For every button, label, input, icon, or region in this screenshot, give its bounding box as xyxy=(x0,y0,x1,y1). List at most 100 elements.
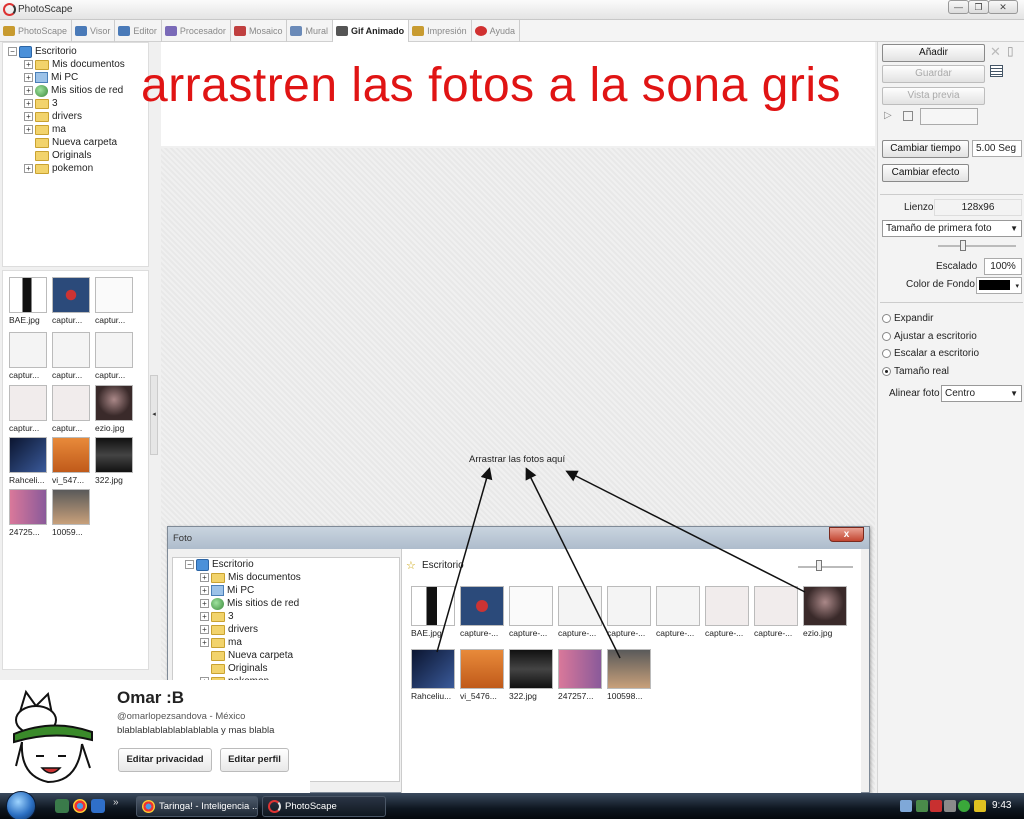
time-value[interactable]: 5.00 Seg xyxy=(972,140,1022,157)
thumbnail[interactable]: captur... xyxy=(9,385,49,433)
trash-icon[interactable]: ▯ xyxy=(1007,44,1014,58)
thumbnail[interactable]: captur... xyxy=(95,332,135,380)
thumbnail[interactable]: capture-... xyxy=(460,586,506,638)
thumbnail[interactable]: 24725... xyxy=(9,489,49,537)
tree-item-nueva-carpeta[interactable]: Nueva carpeta xyxy=(200,649,301,662)
add-button[interactable]: Añadir xyxy=(882,44,985,62)
tree-item-mis-sitios-de-red[interactable]: + Mis sitios de red xyxy=(200,597,301,610)
tree-item-originals[interactable]: Originals xyxy=(200,662,301,675)
size-slider-thumb[interactable] xyxy=(960,240,966,251)
tab-editor[interactable]: Editor xyxy=(115,20,162,42)
thumbnail[interactable]: BAE.jpg xyxy=(9,277,49,325)
tree-item-3[interactable]: +3 xyxy=(200,610,301,623)
expand-toggle[interactable]: + xyxy=(200,599,209,608)
expand-toggle[interactable]: + xyxy=(200,625,209,634)
thumbnail[interactable]: capture-... xyxy=(754,586,800,638)
tree-item-ma[interactable]: + ma xyxy=(24,123,125,136)
tab-mural[interactable]: Mural xyxy=(287,20,333,42)
minimize-button[interactable]: — xyxy=(948,0,969,14)
collapse-toggle[interactable]: − xyxy=(8,47,17,56)
maximize-button[interactable]: ❐ xyxy=(968,0,989,14)
thumbnail[interactable]: capture-... xyxy=(558,586,604,638)
edit-profile-button[interactable]: Editar perfil xyxy=(220,748,289,772)
thumbnail[interactable]: 322.jpg xyxy=(509,649,555,701)
thumbnail[interactable]: capture-... xyxy=(607,586,653,638)
thumbnail-size-slider-thumb[interactable] xyxy=(816,560,822,571)
thumbnail[interactable]: captur... xyxy=(52,277,92,325)
expand-toggle[interactable]: + xyxy=(24,164,33,173)
thumbnail[interactable]: 247257... xyxy=(558,649,604,701)
edit-privacy-button[interactable]: Editar privacidad xyxy=(118,748,212,772)
expand-toggle[interactable]: + xyxy=(24,86,33,95)
taskbar-item-photoscape[interactable]: PhotoScape xyxy=(262,796,386,817)
thumbnail[interactable]: captur... xyxy=(52,385,92,433)
tree-item-mis-documentos[interactable]: + Mis documentos xyxy=(24,58,125,71)
expand-toggle[interactable]: + xyxy=(200,612,209,621)
align-select[interactable]: Centro ▼ xyxy=(941,385,1022,402)
option-ajustar-radio[interactable] xyxy=(882,332,891,341)
more-icon[interactable]: » xyxy=(113,797,119,808)
thumbnail[interactable]: 100598... xyxy=(607,649,653,701)
thumbnail[interactable]: 322.jpg xyxy=(95,437,135,485)
favorite-star-icon[interactable]: ☆ xyxy=(406,559,416,572)
expand-toggle[interactable]: + xyxy=(200,586,209,595)
volume-tray-icon[interactable] xyxy=(944,800,956,812)
thumbnail[interactable]: ezio.jpg xyxy=(803,586,849,638)
play-icon[interactable]: ▷ xyxy=(884,110,892,121)
close-button[interactable]: ✕ xyxy=(988,0,1018,14)
tree-item-originals[interactable]: Originals xyxy=(24,149,125,162)
chrome-icon[interactable] xyxy=(73,799,87,813)
change-time-button[interactable]: Cambiar tiempo xyxy=(882,140,969,158)
tree-item-mi-pc[interactable]: + Mi PC xyxy=(24,71,125,84)
tree-item-mis-sitios-de-red[interactable]: + Mis sitios de red xyxy=(24,84,125,97)
tree-item-drivers[interactable]: + drivers xyxy=(200,623,301,636)
info-tray-icon[interactable] xyxy=(958,800,970,812)
option-tamano-real-radio[interactable] xyxy=(882,367,891,376)
tree-item-mis-documentos[interactable]: + Mis documentos xyxy=(200,571,301,584)
thumbnail[interactable]: ezio.jpg xyxy=(95,385,135,433)
thumbnail[interactable]: capture-... xyxy=(656,586,702,638)
expand-toggle[interactable]: + xyxy=(24,125,33,134)
thumbnail[interactable]: captur... xyxy=(9,332,49,380)
tab-impresion[interactable]: Impresión xyxy=(409,20,472,42)
expand-toggle[interactable]: + xyxy=(24,112,33,121)
canvas-size-select[interactable]: Tamaño de primera foto ▼ xyxy=(882,220,1022,237)
tree-item-pokemon[interactable]: + pokemon xyxy=(24,162,125,175)
update-tray-icon[interactable] xyxy=(974,800,986,812)
thumbnail-size-slider-track[interactable] xyxy=(798,566,853,568)
show-desktop-icon[interactable] xyxy=(55,799,69,813)
expand-toggle[interactable]: + xyxy=(24,73,33,82)
expand-toggle[interactable]: + xyxy=(200,573,209,582)
tab-mosaico[interactable]: Mosaico xyxy=(231,20,288,42)
thumbnail[interactable]: capture-... xyxy=(509,586,555,638)
expand-toggle[interactable]: + xyxy=(24,99,33,108)
tree-item-drivers[interactable]: + drivers xyxy=(24,110,125,123)
thumbnail[interactable]: vi_547... xyxy=(52,437,92,485)
remove-icon[interactable]: ✕ xyxy=(990,44,1001,60)
save-button[interactable]: Guardar xyxy=(882,65,985,83)
thumbnail[interactable]: captur... xyxy=(52,332,92,380)
network-tray-icon[interactable] xyxy=(900,800,912,812)
explorer-icon[interactable] xyxy=(91,799,105,813)
thumbnail[interactable]: Rahceli... xyxy=(9,437,49,485)
tree-item-nueva-carpeta[interactable]: Nueva carpeta xyxy=(24,136,125,149)
option-escalar-radio[interactable] xyxy=(882,349,891,358)
expand-toggle[interactable]: + xyxy=(24,60,33,69)
thumbnail[interactable]: Rahceliu... xyxy=(411,649,457,701)
dialog-close-button[interactable]: x xyxy=(829,527,864,542)
scale-value[interactable]: 100% xyxy=(984,258,1022,275)
dialog-title-bar[interactable]: Foto x xyxy=(168,527,869,549)
collapse-toggle[interactable]: − xyxy=(185,560,194,569)
tab-gif-animado[interactable]: Gif Animado xyxy=(332,20,410,42)
start-button[interactable] xyxy=(6,791,36,819)
thumbnail[interactable]: vi_5476... xyxy=(460,649,506,701)
tray-icon[interactable] xyxy=(916,800,928,812)
thumbnail[interactable]: capture-... xyxy=(705,586,751,638)
tab-photoscape[interactable]: PhotoScape xyxy=(0,20,73,42)
preview-button[interactable]: Vista previa xyxy=(882,87,985,105)
tree-item-escritorio[interactable]: − Escritorio xyxy=(185,558,301,571)
list-icon[interactable] xyxy=(990,65,1003,77)
change-effect-button[interactable]: Cambiar efecto xyxy=(882,164,969,182)
tree-item-ma[interactable]: + ma xyxy=(200,636,301,649)
expand-toggle[interactable]: + xyxy=(200,638,209,647)
